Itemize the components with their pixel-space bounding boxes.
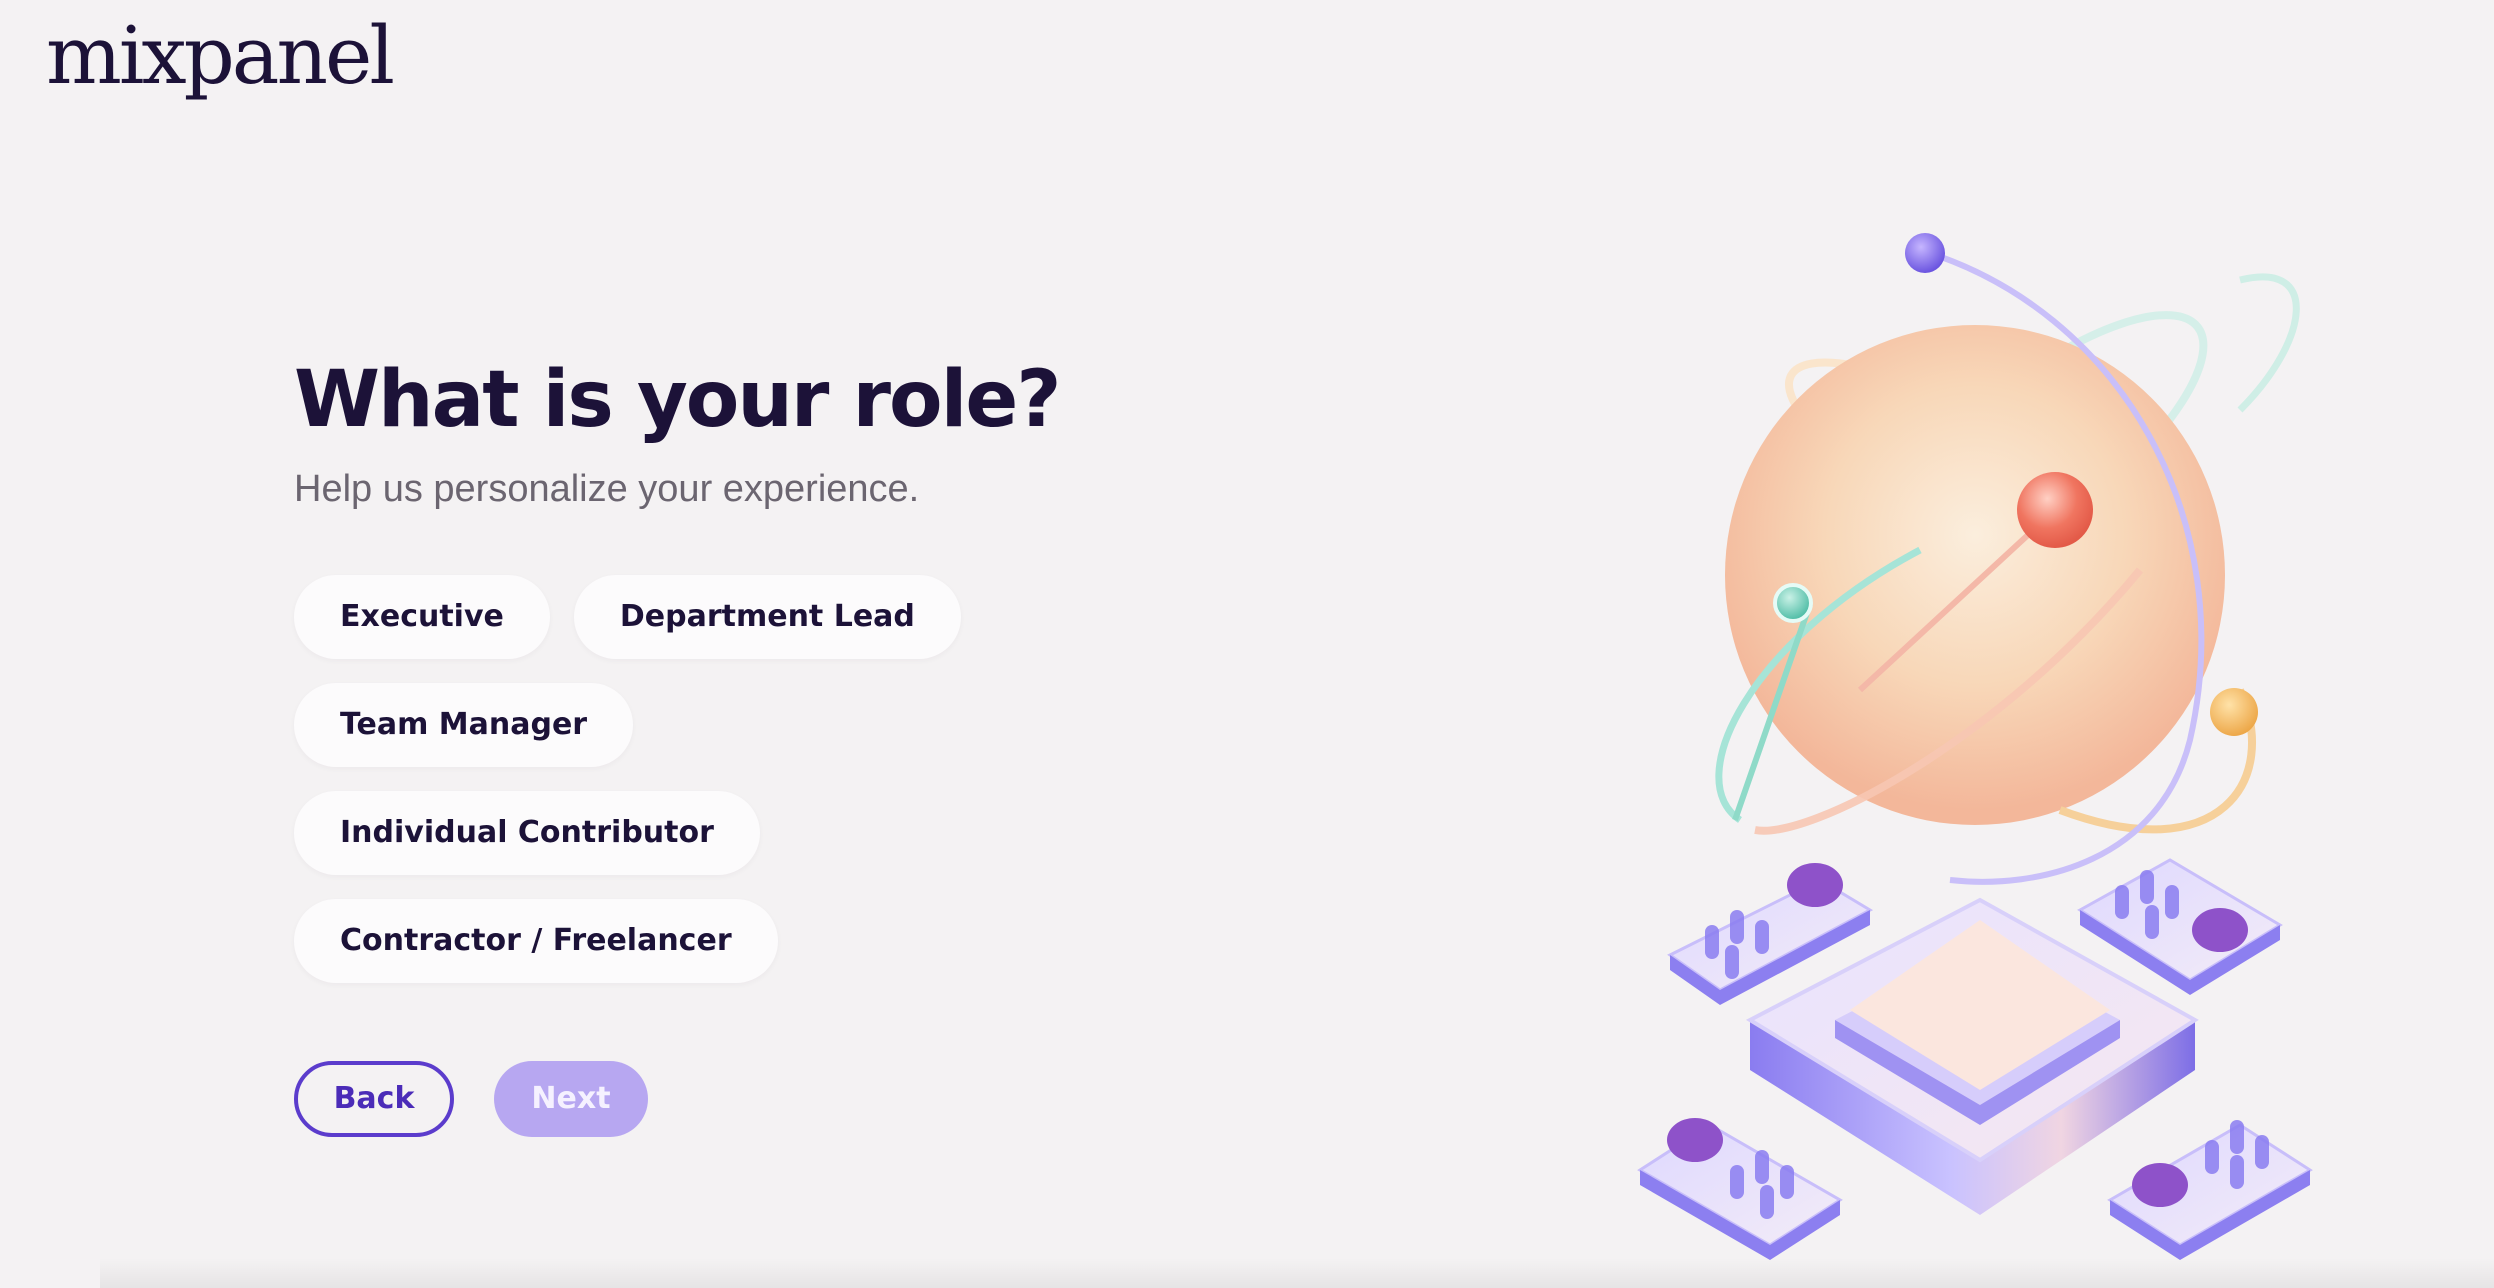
page-title: What is your role? [294, 355, 1061, 445]
role-options: Executive Department Lead Team Manager I… [294, 574, 1054, 983]
next-button[interactable]: Next [494, 1060, 648, 1137]
role-option-department-lead[interactable]: Department Lead [573, 574, 961, 659]
page-subtitle: Help us personalize your experience. [294, 467, 920, 510]
role-option-individual-contributor[interactable]: Individual Contributor [294, 790, 760, 875]
back-button[interactable]: Back [294, 1060, 454, 1137]
role-option-team-manager[interactable]: Team Manager [294, 682, 634, 767]
role-question-panel: What is your role? Help us personalize y… [294, 355, 1194, 1137]
chip-bottom-left [1637, 1118, 1843, 1260]
planet-platform-illustration [1637, 233, 2313, 1260]
mixpanel-logo[interactable]: mixpanel [46, 16, 395, 96]
role-option-contractor-freelancer[interactable]: Contractor / Freelancer [294, 898, 778, 983]
role-option-executive[interactable]: Executive [294, 574, 550, 659]
navigation-actions: Back Next [294, 1060, 1194, 1137]
chip-bottom-right [2107, 1120, 2313, 1260]
onboarding-page: mixpanel What is your role? Help us pers… [0, 0, 2494, 1288]
bottom-edge-shadow [100, 1258, 2494, 1288]
